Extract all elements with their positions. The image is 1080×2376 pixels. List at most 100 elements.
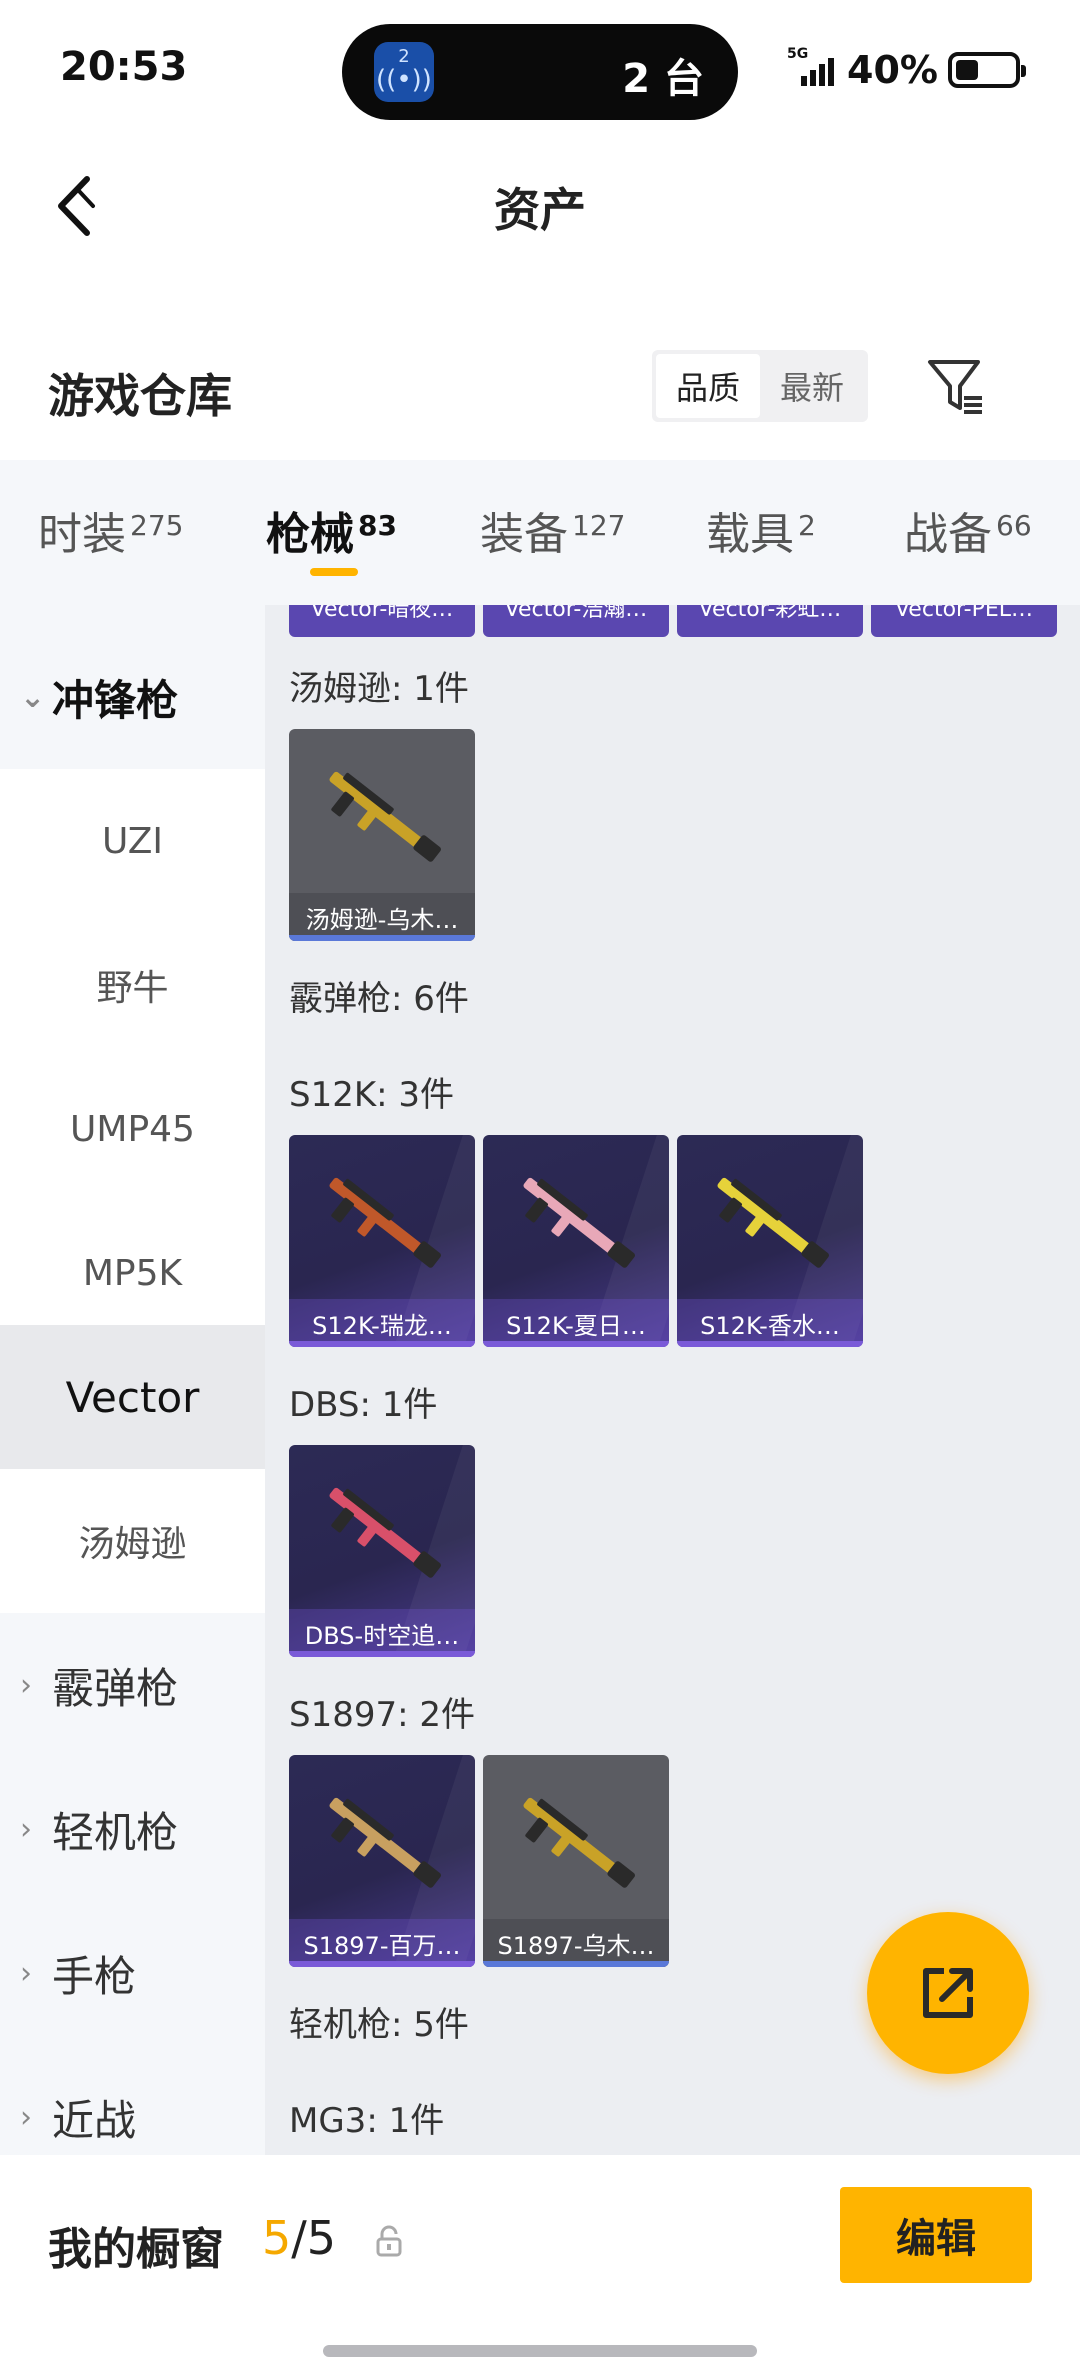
weapon-image xyxy=(329,771,441,862)
category-tabs: 时装 275 枪械 83 装备 127 载具 2 战备 66 xyxy=(0,460,1080,605)
section-label-s1897: S1897: 2件 xyxy=(289,1695,476,1735)
nav-bar: 资产 xyxy=(0,140,1080,270)
weapon-card-caption: S12K-香水… xyxy=(677,1299,863,1347)
sidebar-item-mp5k[interactable]: MP5K xyxy=(0,1201,265,1345)
broadcast-icon: ((•)) xyxy=(376,65,432,95)
share-fab-button[interactable] xyxy=(867,1912,1029,2074)
tab-count: 127 xyxy=(572,509,626,542)
chevron-down-icon: ⌄ xyxy=(20,679,46,715)
showcase-bar: 我的橱窗 5/5 编辑 xyxy=(0,2155,1080,2376)
tab-count: 66 xyxy=(996,509,1032,542)
lock-icon xyxy=(376,2225,402,2257)
home-indicator[interactable] xyxy=(323,2345,757,2357)
dynamic-island[interactable]: 2 ((•)) 2 台 xyxy=(342,24,738,120)
showcase-title: 我的橱窗 xyxy=(48,2224,224,2275)
sidebar-item-label: Vector xyxy=(65,1372,200,1422)
weapon-card[interactable]: Vector-浩瀚… xyxy=(483,605,669,637)
weapon-card[interactable]: S12K-瑞龙… xyxy=(289,1135,475,1347)
sort-option-quality[interactable]: 品质 xyxy=(656,354,760,418)
section-label-mg3: MG3: 1件 xyxy=(289,2101,445,2141)
island-app-badge: 2 xyxy=(398,46,410,67)
section-label-shotgun: 霰弹枪: 6件 xyxy=(289,979,469,1019)
sidebar-group-label: 冲锋枪 xyxy=(52,675,179,725)
showcase-separator: / xyxy=(291,2211,307,2265)
sidebar-item-label: UZI xyxy=(102,820,163,862)
sidebar-group-label: 霰弹枪 xyxy=(52,1663,179,1713)
sidebar-item-label: 汤姆逊 xyxy=(78,1524,187,1565)
sort-toggle: 品质 最新 xyxy=(652,350,868,422)
weapon-card-caption: S12K-瑞龙… xyxy=(289,1299,475,1347)
weapon-card-caption: 汤姆逊-乌木… xyxy=(289,893,475,941)
sidebar-group-lmg[interactable]: › 轻机枪 xyxy=(0,1757,265,1901)
sidebar-group-smg[interactable]: ⌄ 冲锋枪 xyxy=(0,625,265,769)
weapon-card-caption: DBS-时空追… xyxy=(289,1609,475,1657)
tab-count: 2 xyxy=(798,509,816,542)
chevron-right-icon: › xyxy=(20,1811,32,1847)
chevron-right-icon: › xyxy=(20,1955,32,1991)
weapon-card[interactable]: 汤姆逊-乌木… xyxy=(289,729,475,941)
sidebar-item-vector[interactable]: Vector xyxy=(0,1325,265,1469)
tab-label: 战备 xyxy=(904,509,992,560)
weapon-image xyxy=(329,1177,441,1268)
island-device-count: 2 台 xyxy=(622,56,704,102)
tab-firearms[interactable]: 枪械 83 xyxy=(266,498,397,562)
weapon-category-sidebar: ⌄ 冲锋枪 UZI 野牛 UMP45 MP5K Vector 汤姆逊 › 霰弹枪… xyxy=(0,605,265,2155)
sidebar-group-shotgun[interactable]: › 霰弹枪 xyxy=(0,1613,265,1757)
weapon-card[interactable]: DBS-时空追… xyxy=(289,1445,475,1657)
weapon-card[interactable]: S12K-香水… xyxy=(677,1135,863,1347)
showcase-current: 5 xyxy=(262,2211,292,2265)
section-label-s12k: S12K: 3件 xyxy=(289,1075,455,1115)
battery-icon xyxy=(948,52,1026,88)
weapon-image xyxy=(717,1177,829,1268)
sidebar-item-label: MP5K xyxy=(82,1252,183,1294)
tab-label: 时装 xyxy=(38,509,126,560)
tab-count: 83 xyxy=(358,509,397,542)
weapon-card[interactable]: Vector-PEL… xyxy=(871,605,1057,637)
sidebar-item-uzi[interactable]: UZI xyxy=(0,769,265,913)
sidebar-group-label: 轻机枪 xyxy=(52,1807,179,1857)
sidebar-group-label: 近战 xyxy=(52,2095,137,2145)
warehouse-title: 游戏仓库 xyxy=(48,369,232,423)
chevron-right-icon: › xyxy=(20,1667,32,1703)
section-label-lmg: 轻机枪: 5件 xyxy=(289,2005,469,2045)
tab-fashion[interactable]: 时装 275 xyxy=(38,498,183,562)
weapon-image xyxy=(329,1797,441,1888)
weapon-card[interactable]: S1897-百万… xyxy=(289,1755,475,1967)
weapon-card-caption: S1897-百万… xyxy=(289,1919,475,1967)
warehouse-header: 游戏仓库 品质 最新 xyxy=(0,330,1080,460)
tab-label: 装备 xyxy=(480,509,568,560)
sidebar-item-label: 野牛 xyxy=(96,968,169,1009)
sidebar-item-bizon[interactable]: 野牛 xyxy=(0,913,265,1057)
section-label-thompson: 汤姆逊: 1件 xyxy=(289,669,469,709)
edit-button[interactable]: 编辑 xyxy=(840,2187,1032,2283)
sort-option-latest[interactable]: 最新 xyxy=(760,354,864,418)
sidebar-group-pistol[interactable]: › 手枪 xyxy=(0,1901,265,2045)
tab-equipment[interactable]: 装备 127 xyxy=(480,498,625,562)
weapon-card[interactable]: S1897-乌木… xyxy=(483,1755,669,1967)
section-label-dbs: DBS: 1件 xyxy=(289,1385,438,1425)
filter-button[interactable] xyxy=(916,346,996,426)
sidebar-item-ump45[interactable]: UMP45 xyxy=(0,1057,265,1201)
weapon-card[interactable]: Vector-彩虹… xyxy=(677,605,863,637)
sidebar-group-melee[interactable]: › 近战 xyxy=(0,2045,265,2155)
weapon-card[interactable]: Vector-暗夜… xyxy=(289,605,475,637)
weapon-card-caption: S12K-夏日… xyxy=(483,1299,669,1347)
tab-count: 275 xyxy=(130,509,184,542)
weapon-card[interactable]: S12K-夏日… xyxy=(483,1135,669,1347)
page-title: 资产 xyxy=(494,183,586,237)
showcase-count: 5/5 xyxy=(262,2211,336,2265)
tab-supplies[interactable]: 战备 66 xyxy=(904,498,1032,562)
tab-vehicles[interactable]: 载具 2 xyxy=(706,498,816,562)
status-indicators: 5G 40% xyxy=(787,46,1026,92)
tab-active-indicator xyxy=(310,568,358,576)
weapon-image xyxy=(523,1797,635,1888)
showcase-total: 5 xyxy=(306,2211,337,2265)
weapon-image xyxy=(329,1487,441,1578)
weapon-card-caption: S1897-乌木… xyxy=(483,1919,669,1967)
cellular-signal-icon: 5G xyxy=(787,46,837,88)
share-external-icon xyxy=(923,1968,973,2018)
battery-percent: 40% xyxy=(847,48,938,92)
weapon-image xyxy=(523,1177,635,1268)
sidebar-item-thompson[interactable]: 汤姆逊 xyxy=(0,1469,265,1613)
status-bar: 20:53 2 ((•)) 2 台 5G 40% xyxy=(0,0,1080,140)
